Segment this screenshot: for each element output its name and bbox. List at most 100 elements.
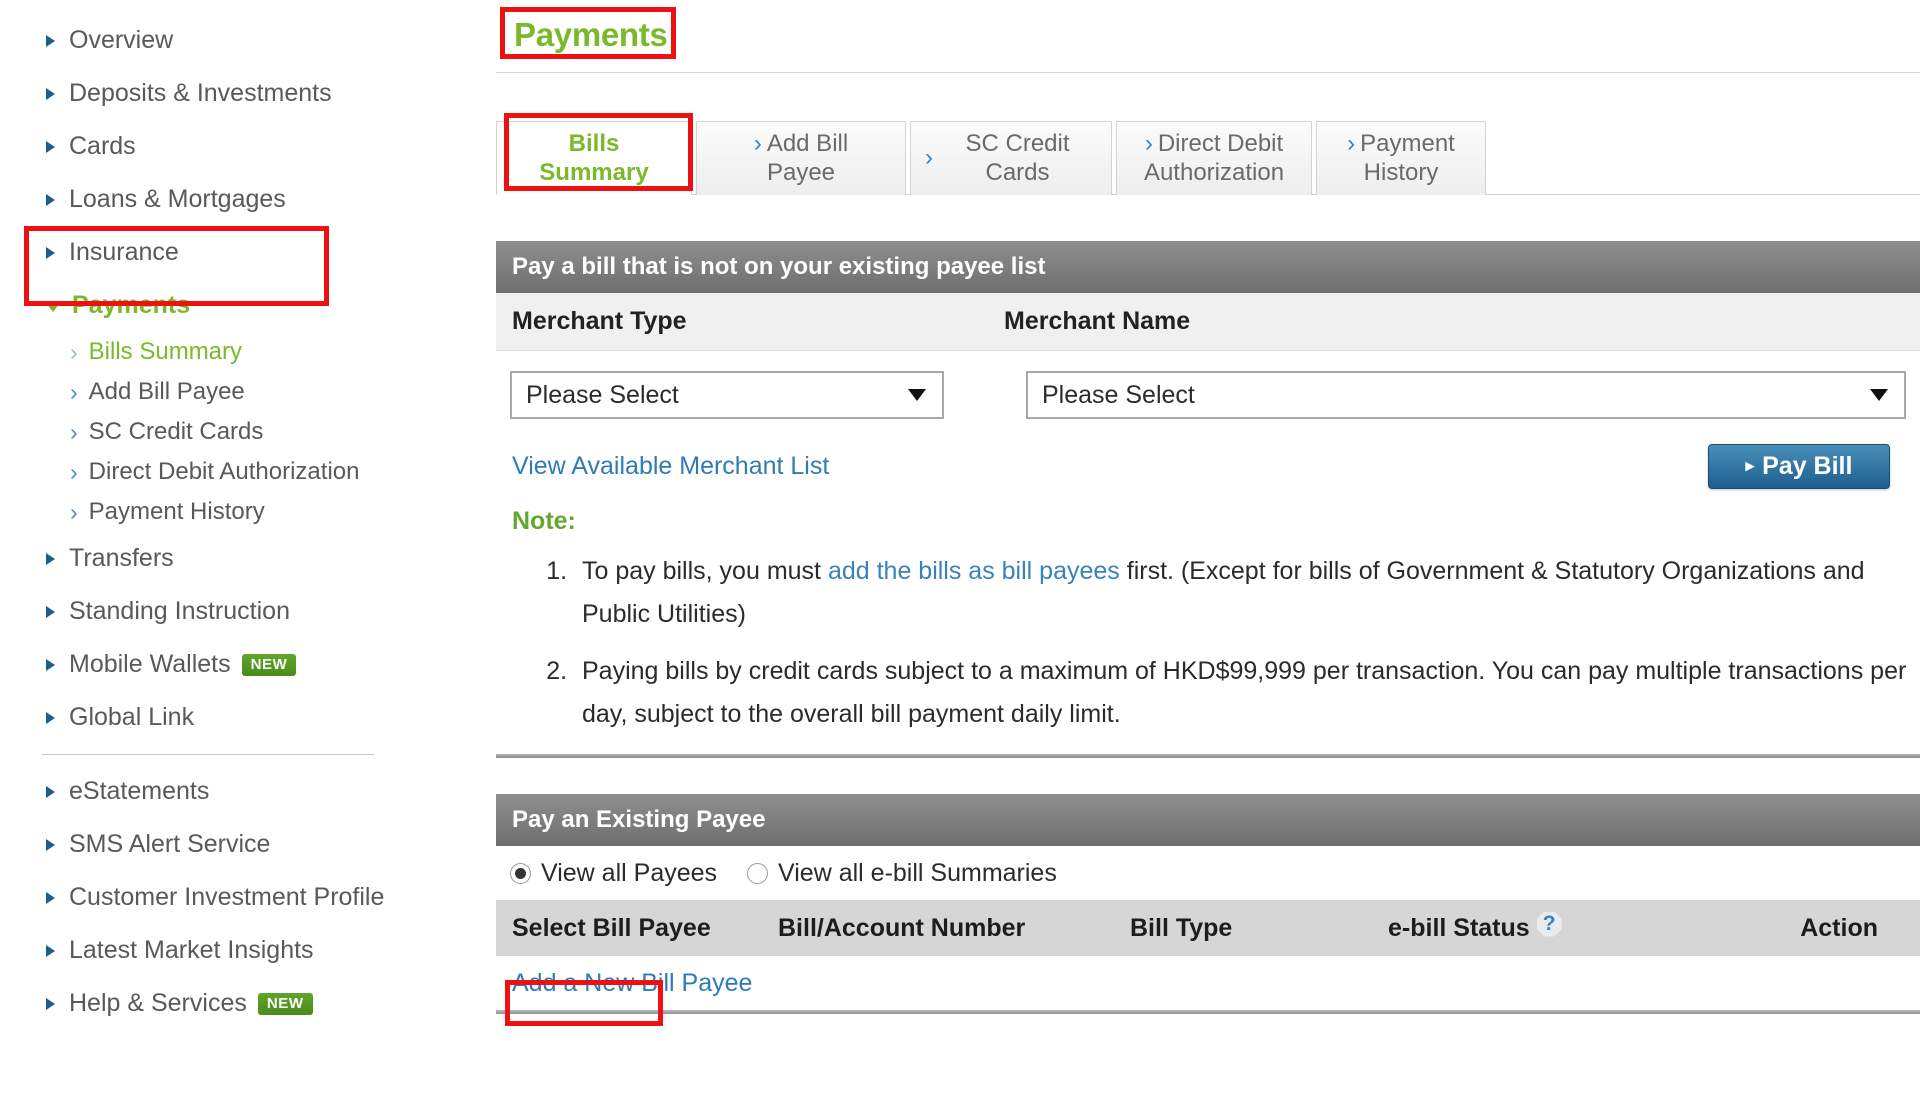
- tab-bar: Bills Summary ›> Add BillAdd Bill Payee …: [496, 121, 1920, 196]
- sidebar-item-label: Customer Investment Profile: [69, 883, 385, 911]
- sidebar-subitem-direct-debit-authorization[interactable]: › Direct Debit Authorization: [0, 452, 470, 492]
- tab-label: Bills Summary: [539, 129, 649, 186]
- tab-payment-history[interactable]: › Payment History: [1316, 121, 1486, 195]
- sidebar-item-mobile-wallets[interactable]: Mobile Wallets NEW: [0, 638, 470, 691]
- chevron-right-icon: [46, 246, 55, 259]
- sidebar-item-standing-instruction[interactable]: Standing Instruction: [0, 585, 470, 638]
- sidebar-item-label: SMS Alert Service: [69, 830, 271, 858]
- merchant-select-row: Please Select Please Select: [496, 371, 1920, 419]
- chevron-right-icon: [46, 891, 55, 904]
- column-header-ebill-status: e-bill Status ?: [1388, 911, 1678, 943]
- sidebar-subitem-label: Payment History: [88, 498, 265, 525]
- sidebar-item-label: Cards: [69, 132, 136, 160]
- chevron-down-icon: [908, 389, 926, 401]
- chevron-right-icon: [46, 552, 55, 565]
- sidebar-item-loans-mortgages[interactable]: Loans & Mortgages: [0, 173, 470, 226]
- note-label: Note:: [512, 507, 576, 535]
- chevron-right-icon: [46, 838, 55, 851]
- add-new-bill-payee-link[interactable]: Add a New Bill Payee: [512, 969, 752, 998]
- tab-label-line2: Authorization: [1143, 158, 1285, 186]
- sidebar-subitem-label: Direct Debit Authorization: [88, 458, 360, 485]
- page-title: Payments: [514, 16, 668, 53]
- merchant-name-value: Please Select: [1042, 380, 1195, 409]
- sidebar-item-customer-investment-profile[interactable]: Customer Investment Profile: [0, 871, 470, 924]
- pay-bill-button-label: Pay Bill: [1762, 451, 1853, 480]
- payee-view-radio-group: View all Payees View all e-bill Summarie…: [496, 846, 1920, 900]
- sidebar-item-label: Deposits & Investments: [69, 79, 332, 107]
- tab-label-line2: Payee: [766, 158, 836, 186]
- sidebar-subitem-sc-credit-cards[interactable]: › SC Credit Cards: [0, 412, 470, 452]
- sidebar-item-label: Help & Services: [69, 989, 247, 1017]
- sidebar-item-global-link[interactable]: Global Link: [0, 691, 470, 744]
- merchant-type-select[interactable]: Please Select: [510, 371, 944, 419]
- sidebar-item-help-services[interactable]: Help & Services NEW: [0, 977, 470, 1030]
- tab-bar-filler: [1490, 121, 1920, 195]
- section-header-pay-existing-payee: Pay an Existing Payee: [496, 794, 1920, 846]
- note-list: To pay bills, you must add the bills as …: [496, 550, 1920, 736]
- tab-label: Add Bill: [766, 129, 849, 157]
- merchant-name-select[interactable]: Please Select: [1026, 371, 1906, 419]
- sidebar-subitem-payment-history[interactable]: › Payment History: [0, 492, 470, 532]
- chevron-down-icon: [1870, 389, 1888, 401]
- chevron-right-icon: ›: [70, 458, 78, 485]
- add-bills-as-payees-link[interactable]: add the bills as bill payees: [828, 557, 1120, 585]
- chevron-right-icon: [46, 658, 55, 671]
- tab-label: Payment: [1360, 129, 1455, 157]
- merchant-column-headers: Merchant Type Merchant Name: [496, 293, 1920, 351]
- tab-direct-debit-authorization[interactable]: › Direct Debit Authorization: [1116, 121, 1312, 195]
- chevron-right-icon: [46, 785, 55, 798]
- chevron-right-icon: ›: [1144, 129, 1153, 157]
- view-available-merchant-list-link[interactable]: View Available Merchant List: [512, 452, 829, 481]
- sidebar-item-label: eStatements: [69, 777, 210, 805]
- sidebar-item-latest-market-insights[interactable]: Latest Market Insights: [0, 924, 470, 977]
- sidebar-item-sms-alert-service[interactable]: SMS Alert Service: [0, 818, 470, 871]
- sidebar-item-insurance[interactable]: Insurance: [0, 226, 470, 279]
- table-bottom-separator: [496, 1010, 1920, 1014]
- column-header-bill-account-number: Bill/Account Number: [778, 913, 1026, 942]
- sidebar-item-cards[interactable]: Cards: [0, 120, 470, 173]
- sidebar-item-estatements[interactable]: eStatements: [0, 765, 470, 818]
- chevron-right-icon: [46, 711, 55, 724]
- radio-label-view-all-ebill-summaries: View all e-bill Summaries: [778, 858, 1057, 887]
- sidebar-item-overview[interactable]: Overview: [0, 14, 470, 67]
- sidebar-subitem-bills-summary[interactable]: › Bills Summary: [0, 332, 470, 372]
- sidebar-divider: [42, 754, 374, 755]
- payee-table-header: Select Bill Payee Bill/Account Number Bi…: [496, 900, 1920, 956]
- radio-view-all-payees[interactable]: [510, 862, 531, 884]
- pay-bill-button[interactable]: ▸ Pay Bill: [1708, 443, 1890, 489]
- chevron-right-icon: [46, 605, 55, 618]
- note-text: Paying bills by credit cards subject to …: [582, 657, 1907, 728]
- app-root: Overview Deposits & Investments Cards Lo…: [0, 0, 1920, 1100]
- chevron-right-icon: ›: [70, 338, 78, 365]
- radio-label-view-all-payees: View all Payees: [541, 858, 718, 887]
- radio-view-all-ebill-summaries[interactable]: [747, 862, 769, 884]
- chevron-right-icon: ›: [70, 498, 78, 525]
- chevron-right-icon: [46, 997, 55, 1010]
- new-badge: NEW: [257, 992, 313, 1015]
- tab-bills-summary[interactable]: Bills Summary: [496, 121, 692, 196]
- tab-add-bill-payee[interactable]: ›> Add BillAdd Bill Payee: [696, 121, 906, 195]
- chevron-right-icon: ›: [753, 129, 762, 157]
- sidebar-subitem-label: Bills Summary: [88, 338, 243, 365]
- column-header-merchant-name: Merchant Name: [1004, 307, 1191, 335]
- tab-sc-credit-cards[interactable]: › SC Credit Cards: [910, 121, 1112, 195]
- help-question-icon[interactable]: ?: [1536, 911, 1562, 937]
- chevron-right-icon: ›: [70, 378, 78, 405]
- sidebar-item-transfers[interactable]: Transfers: [0, 532, 470, 585]
- column-header-action: Action: [1800, 913, 1878, 942]
- tab-label: Direct Debit: [1157, 129, 1284, 157]
- main-content: Payments Bills Summary ›> Add BillAdd Bi…: [496, 0, 1920, 1014]
- sidebar-item-label: Latest Market Insights: [69, 936, 314, 964]
- chevron-right-icon: ›: [1347, 129, 1356, 157]
- sidebar-item-payments[interactable]: Payments: [0, 279, 470, 332]
- sidebar-subitem-add-bill-payee[interactable]: › Add Bill Payee: [0, 372, 470, 412]
- sidebar-item-label: Transfers: [69, 544, 174, 572]
- sidebar-item-label: Mobile Wallets: [69, 650, 231, 678]
- sidebar-item-deposits-investments[interactable]: Deposits & Investments: [0, 67, 470, 120]
- sidebar-item-label: Standing Instruction: [69, 597, 290, 625]
- note-item: Paying bills by credit cards subject to …: [574, 650, 1920, 736]
- new-badge: NEW: [241, 653, 297, 676]
- title-divider: [496, 72, 1920, 73]
- chevron-down-icon: [46, 302, 60, 312]
- radio-view-all-ebill-summaries-wrap: View all e-bill Summaries: [747, 859, 1057, 888]
